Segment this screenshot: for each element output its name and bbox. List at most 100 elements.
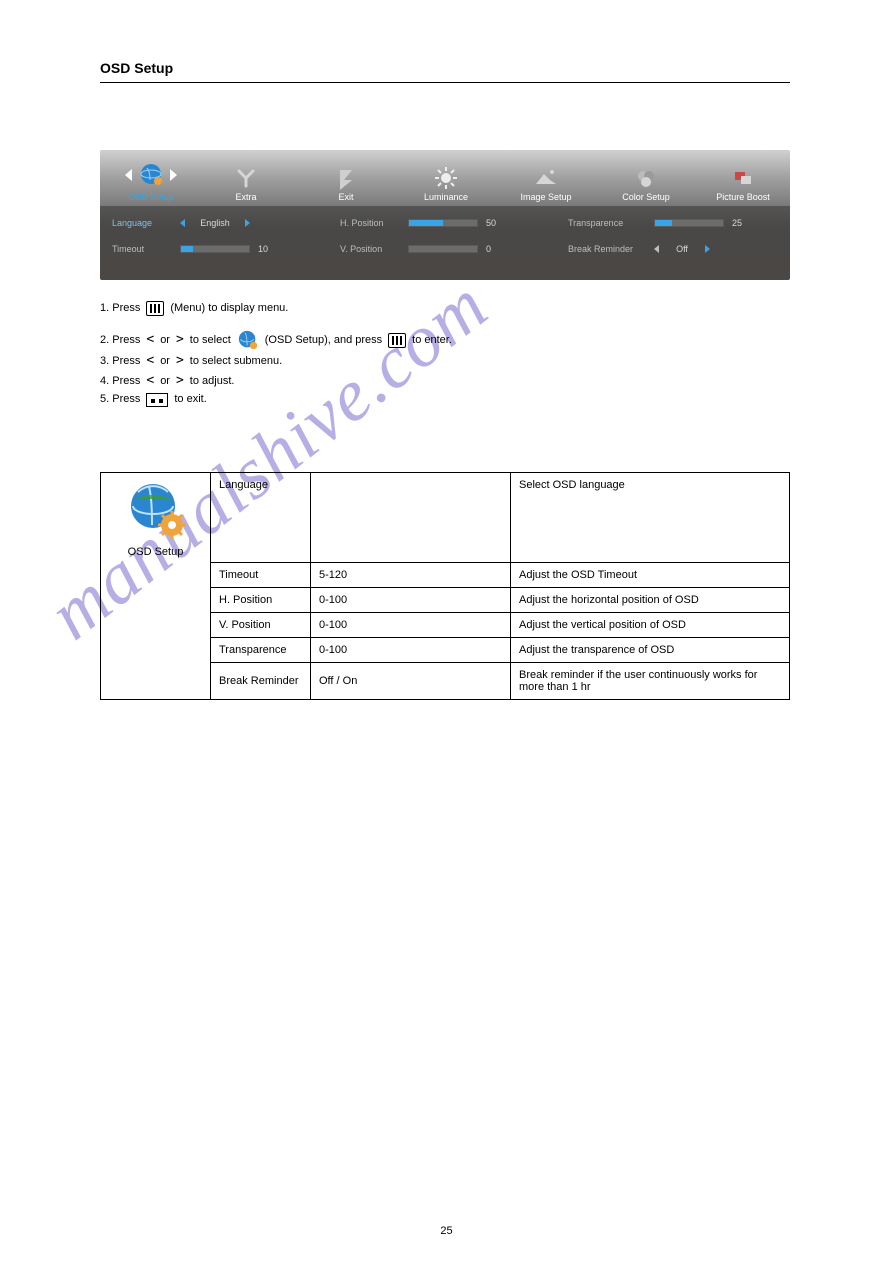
table-cell-desc: Select OSD language bbox=[511, 473, 790, 563]
table-cell-desc: Adjust the OSD Timeout bbox=[511, 563, 790, 588]
instruction-text: 1. Press bbox=[100, 300, 140, 317]
osd-slider[interactable] bbox=[654, 219, 724, 227]
instruction-text: (Menu) to display menu. bbox=[170, 300, 288, 317]
instruction-step-1: 1. Press (Menu) to display menu. bbox=[100, 300, 790, 317]
osd-value: 50 bbox=[486, 218, 510, 228]
table-cell-desc: Adjust the transparence of OSD bbox=[511, 638, 790, 663]
osd-tab-label: Extra bbox=[235, 192, 256, 202]
osd-body: Language English Timeout 10 H. Position … bbox=[100, 206, 790, 264]
auto-exit-icon bbox=[146, 393, 168, 407]
osd-row-transparence[interactable]: Transparence 25 bbox=[568, 216, 756, 230]
instruction-step-4: 4. Press < or > to adjust. bbox=[100, 371, 790, 391]
instruction-text: to select bbox=[190, 332, 231, 349]
instruction-text: to enter. bbox=[412, 332, 452, 349]
instruction-text: 4. Press bbox=[100, 373, 140, 390]
instruction-text: to exit. bbox=[174, 391, 206, 408]
instruction-step-2: 2. Press < or > to select (OSD Setup), a… bbox=[100, 329, 790, 351]
instruction-step-5: 5. Press to exit. bbox=[100, 391, 790, 408]
osd-tab-extra[interactable]: Extra bbox=[196, 166, 296, 206]
table-cell-name: Break Reminder bbox=[211, 663, 311, 700]
table-cell-desc: Adjust the vertical position of OSD bbox=[511, 613, 790, 638]
osd-value: 0 bbox=[486, 244, 510, 254]
osd-tab-exit[interactable]: Exit bbox=[296, 166, 396, 206]
osd-row-break-reminder[interactable]: Break Reminder Off bbox=[568, 242, 756, 256]
header-rule bbox=[100, 82, 790, 83]
osd-tab-label: Color Setup bbox=[622, 192, 670, 202]
osd-tab-image-setup[interactable]: Image Setup bbox=[496, 166, 596, 206]
instruction-text: to adjust. bbox=[190, 373, 235, 390]
table-icon-label: OSD Setup bbox=[109, 546, 202, 558]
osd-label: Timeout bbox=[112, 244, 172, 254]
globe-gear-icon bbox=[237, 329, 259, 351]
osd-row-language[interactable]: Language English bbox=[112, 216, 282, 230]
osd-tab-label: Image Setup bbox=[520, 192, 571, 202]
table-cell-options: 0-100 bbox=[311, 588, 511, 613]
osd-panel: OSD Setup Extra Exit Luminance Image Set… bbox=[100, 150, 790, 280]
globe-with-arrows-icon bbox=[125, 160, 177, 190]
instruction-text: 5. Press bbox=[100, 391, 140, 408]
osd-tab-luminance[interactable]: Luminance bbox=[396, 166, 496, 206]
osd-value: English bbox=[193, 218, 237, 228]
less-than-icon: < bbox=[146, 330, 154, 350]
osd-value: 25 bbox=[732, 218, 756, 228]
arrow-right-icon[interactable] bbox=[705, 245, 710, 253]
osd-label: Break Reminder bbox=[568, 244, 646, 254]
table-cell-options bbox=[311, 473, 511, 563]
osd-tab-label: OSD Setup bbox=[128, 192, 174, 202]
instruction-text: 3. Press bbox=[100, 353, 140, 370]
exit-icon bbox=[334, 166, 358, 190]
osd-value: Off bbox=[667, 244, 697, 254]
greater-than-icon: > bbox=[176, 330, 184, 350]
instruction-text: to select submenu. bbox=[190, 353, 282, 370]
table-row: OSD Setup Language Select OSD language bbox=[101, 473, 790, 563]
instruction-text: 2. Press bbox=[100, 332, 140, 349]
instruction-text: or bbox=[160, 353, 170, 370]
globe-gear-icon bbox=[126, 479, 186, 539]
section-title: OSD Setup bbox=[100, 60, 790, 76]
less-than-icon: < bbox=[146, 371, 154, 391]
osd-row-timeout[interactable]: Timeout 10 bbox=[112, 242, 282, 256]
table-cell-desc: Break reminder if the user continuously … bbox=[511, 663, 790, 700]
table-cell-options: 0-100 bbox=[311, 638, 511, 663]
arrow-left-icon[interactable] bbox=[180, 219, 185, 227]
greater-than-icon: > bbox=[176, 371, 184, 391]
table-cell-options: 5-120 bbox=[311, 563, 511, 588]
osd-tab-color-setup[interactable]: Color Setup bbox=[596, 166, 696, 206]
table-cell-name: V. Position bbox=[211, 613, 311, 638]
osd-tab-label: Picture Boost bbox=[716, 192, 770, 202]
osd-label: H. Position bbox=[340, 218, 400, 228]
osd-tab-label: Luminance bbox=[424, 192, 468, 202]
osd-label: V. Position bbox=[340, 244, 400, 254]
table-cell-name: H. Position bbox=[211, 588, 311, 613]
osd-label: Language bbox=[112, 218, 172, 228]
osd-label: Transparence bbox=[568, 218, 646, 228]
instruction-text: or bbox=[160, 332, 170, 349]
osd-slider[interactable] bbox=[408, 245, 478, 253]
picture-boost-icon bbox=[731, 166, 755, 190]
osd-slider[interactable] bbox=[180, 245, 250, 253]
table-cell-options: Off / On bbox=[311, 663, 511, 700]
osd-row-vposition[interactable]: V. Position 0 bbox=[340, 242, 510, 256]
osd-tab-picture-boost[interactable]: Picture Boost bbox=[696, 166, 790, 206]
osd-tab-label: Exit bbox=[338, 192, 353, 202]
arrow-right-icon[interactable] bbox=[245, 219, 250, 227]
tools-icon bbox=[234, 166, 258, 190]
less-than-icon: < bbox=[146, 351, 154, 371]
table-cell-name: Transparence bbox=[211, 638, 311, 663]
brightness-icon bbox=[434, 166, 458, 190]
table-cell-name: Language bbox=[211, 473, 311, 563]
osd-slider[interactable] bbox=[408, 219, 478, 227]
table-cell-options: 0-100 bbox=[311, 613, 511, 638]
page-number: 25 bbox=[0, 1225, 893, 1237]
instructions-list: 1. Press (Menu) to display menu. 2. Pres… bbox=[100, 300, 790, 408]
settings-table: OSD Setup Language Select OSD language T… bbox=[100, 472, 790, 700]
osd-row-hposition[interactable]: H. Position 50 bbox=[340, 216, 510, 230]
table-cell-name: Timeout bbox=[211, 563, 311, 588]
instruction-text: or bbox=[160, 373, 170, 390]
image-setup-icon bbox=[534, 166, 558, 190]
osd-tab-osd-setup[interactable]: OSD Setup bbox=[106, 160, 196, 206]
table-cell-desc: Adjust the horizontal position of OSD bbox=[511, 588, 790, 613]
arrow-left-icon[interactable] bbox=[654, 245, 659, 253]
osd-value: 10 bbox=[258, 244, 282, 254]
greater-than-icon: > bbox=[176, 351, 184, 371]
